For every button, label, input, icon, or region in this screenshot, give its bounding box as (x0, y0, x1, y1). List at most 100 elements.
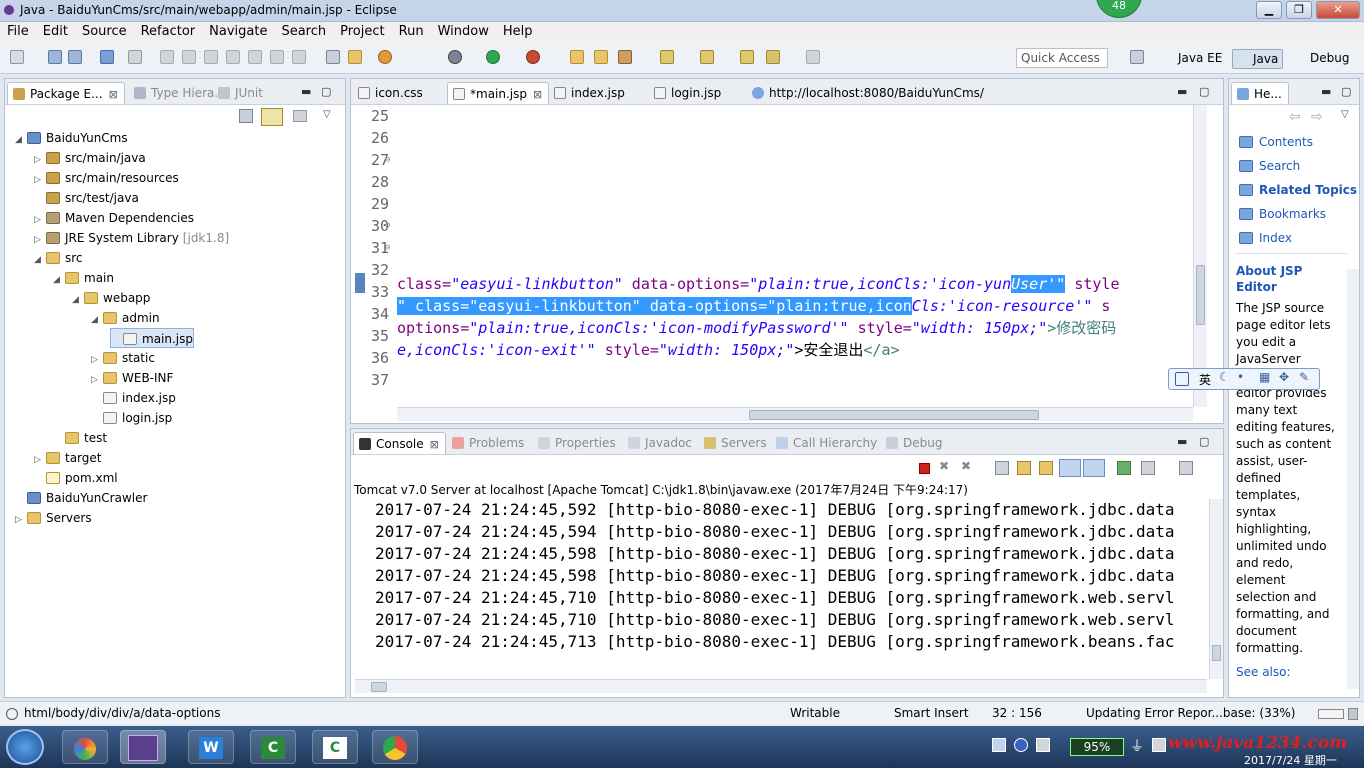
power-plug-icon[interactable]: ⏚ (1130, 736, 1144, 756)
scroll-thumb[interactable] (371, 682, 387, 692)
scroll-thumb[interactable] (1196, 265, 1205, 325)
editor-horizontal-scrollbar[interactable] (397, 407, 1193, 421)
menu-run[interactable]: Run (392, 22, 431, 39)
code-line-35[interactable]: e,iconCls:'icon-exit'" style="width: 150… (397, 339, 1191, 361)
menu-navigate[interactable]: Navigate (202, 22, 274, 39)
tree-item[interactable]: ▷ WEB-INF (91, 368, 173, 388)
menu-source[interactable]: Source (75, 22, 134, 39)
server-icon[interactable] (378, 50, 392, 64)
tools-icon[interactable]: ✥ (1279, 370, 1289, 384)
save-all-icon[interactable] (68, 50, 82, 64)
minimize-button[interactable]: ▁ (1256, 1, 1282, 19)
back-arrow-icon[interactable]: ⇦ (1289, 109, 1301, 125)
menu-project[interactable]: Project (333, 22, 391, 39)
close-icon[interactable]: ⊠ (430, 438, 439, 451)
fold-toggle-icon[interactable]: ⊖ (385, 237, 390, 259)
taskbar-wps-icon[interactable]: W (188, 730, 234, 764)
step-return-icon[interactable] (292, 50, 306, 64)
ime-language[interactable]: 英 (1199, 371, 1211, 388)
taskbar-eclipse-icon[interactable] (120, 730, 166, 764)
ime-toolbar[interactable]: 英 ☾ • ▦ ✥ ✎ (1168, 368, 1320, 390)
scroll-lock-icon[interactable] (1017, 461, 1031, 475)
collapsed-arrow-icon[interactable]: ▷ (34, 150, 46, 170)
tray-help-icon[interactable] (1014, 738, 1028, 752)
help-scrollbar[interactable] (1347, 269, 1359, 689)
minimize-view-icon[interactable]: ▬ (1321, 85, 1331, 98)
link-with-editor-icon[interactable] (261, 108, 283, 126)
back-icon[interactable] (766, 50, 780, 64)
help-link-bookmarks[interactable]: Bookmarks (1239, 205, 1326, 223)
help-link-related-topics[interactable]: Related Topics (1239, 181, 1357, 199)
open-console-icon[interactable] (1179, 461, 1193, 475)
tab-call-hierarchy[interactable]: Call Hierarchy (771, 432, 883, 454)
expanded-arrow-icon[interactable]: ◢ (15, 130, 27, 150)
save-icon[interactable] (48, 50, 62, 64)
editor-vertical-scrollbar[interactable] (1193, 105, 1207, 407)
external-tools-icon[interactable] (526, 50, 540, 64)
toggle-icon[interactable] (326, 50, 340, 64)
forward-arrow-icon[interactable]: ⇨ (1311, 109, 1323, 125)
tab-junit[interactable]: JUnit (213, 82, 269, 104)
collapsed-arrow-icon[interactable]: ▷ (34, 450, 46, 470)
tab-console[interactable]: Console ⊠ (353, 432, 446, 454)
maximize-view-icon[interactable]: ▢ (1199, 435, 1209, 448)
open-perspective-icon[interactable] (1130, 50, 1144, 64)
open-folder-icon[interactable] (594, 50, 608, 64)
open-type-icon[interactable] (570, 50, 584, 64)
run-icon[interactable] (486, 50, 500, 64)
remove-all-icon[interactable]: ✖ (961, 459, 971, 473)
help-link-index[interactable]: Index (1239, 229, 1292, 247)
code-line-32[interactable]: class="easyui-linkbutton" data-options="… (397, 273, 1191, 295)
collapsed-arrow-icon[interactable]: ▷ (34, 170, 46, 190)
collapse-all-icon[interactable] (239, 109, 253, 123)
tree-item[interactable]: ◢ webapp (72, 288, 150, 308)
tab-package-explorer[interactable]: Package E... ⊠ (7, 82, 125, 104)
perspective-java-ee[interactable]: Java EE (1158, 49, 1226, 69)
progress-view-icon[interactable] (1348, 708, 1358, 720)
menu-window[interactable]: Window (431, 22, 496, 39)
pen-icon[interactable] (618, 50, 632, 64)
battery-indicator[interactable]: 95% (1070, 738, 1124, 756)
tree-item[interactable]: ▷ target (34, 448, 102, 468)
collapsed-arrow-icon[interactable]: ▷ (34, 230, 46, 250)
tab-help[interactable]: He... (1231, 82, 1289, 104)
help-see-also[interactable]: See also: (1236, 665, 1291, 679)
console-horizontal-scrollbar[interactable] (355, 679, 1207, 693)
tab-debug[interactable]: Debug (881, 432, 948, 454)
pin-console-icon[interactable] (1117, 461, 1131, 475)
display-console-icon[interactable] (1141, 461, 1155, 475)
expanded-arrow-icon[interactable]: ◢ (91, 310, 103, 330)
tab-servers[interactable]: Servers (699, 432, 773, 454)
perspective-debug[interactable]: Debug (1290, 49, 1353, 69)
perspective-java[interactable]: Java (1232, 49, 1284, 69)
close-icon[interactable]: ⊠ (109, 88, 118, 101)
tree-item[interactable]: ▷ static (91, 348, 155, 368)
close-button[interactable]: ✕ (1316, 1, 1360, 19)
tree-item[interactable]: ▷ src/main/resources (34, 168, 179, 188)
scroll-thumb[interactable] (1212, 645, 1221, 661)
step-into-icon[interactable] (248, 50, 262, 64)
help-link-contents[interactable]: Contents (1239, 133, 1313, 151)
tray-ime-icon[interactable] (992, 738, 1006, 752)
remove-launch-icon[interactable]: ✖ (939, 459, 949, 473)
clear-console-icon[interactable] (995, 461, 1009, 475)
expanded-arrow-icon[interactable]: ◢ (72, 290, 84, 310)
tree-item[interactable]: ▷ Servers (15, 508, 92, 528)
tree-item[interactable]: ◢ src (34, 248, 83, 268)
keyboard-icon[interactable]: ▦ (1259, 370, 1270, 384)
tray-network-icon[interactable] (1036, 738, 1050, 752)
taskbar-camtasia-icon[interactable]: C (250, 730, 296, 764)
skip-breakpoints-icon[interactable] (128, 50, 142, 64)
tree-item[interactable]: index.jsp (91, 388, 176, 408)
maximize-button[interactable]: ❐ (1286, 1, 1312, 19)
fold-toggle-icon[interactable]: ⊖ (385, 149, 390, 171)
tray-volume-icon[interactable] (1152, 738, 1166, 752)
view-menu-icon[interactable]: ▽ (323, 109, 331, 120)
menu-file[interactable]: File (0, 22, 36, 39)
console-vertical-scrollbar[interactable] (1209, 499, 1223, 679)
tree-item[interactable]: ◢ admin (91, 308, 160, 328)
word-wrap-icon[interactable] (1039, 461, 1053, 475)
expanded-arrow-icon[interactable]: ◢ (34, 250, 46, 270)
maximize-view-icon[interactable]: ▢ (1199, 85, 1209, 98)
tab-javadoc[interactable]: Javadoc (623, 432, 698, 454)
